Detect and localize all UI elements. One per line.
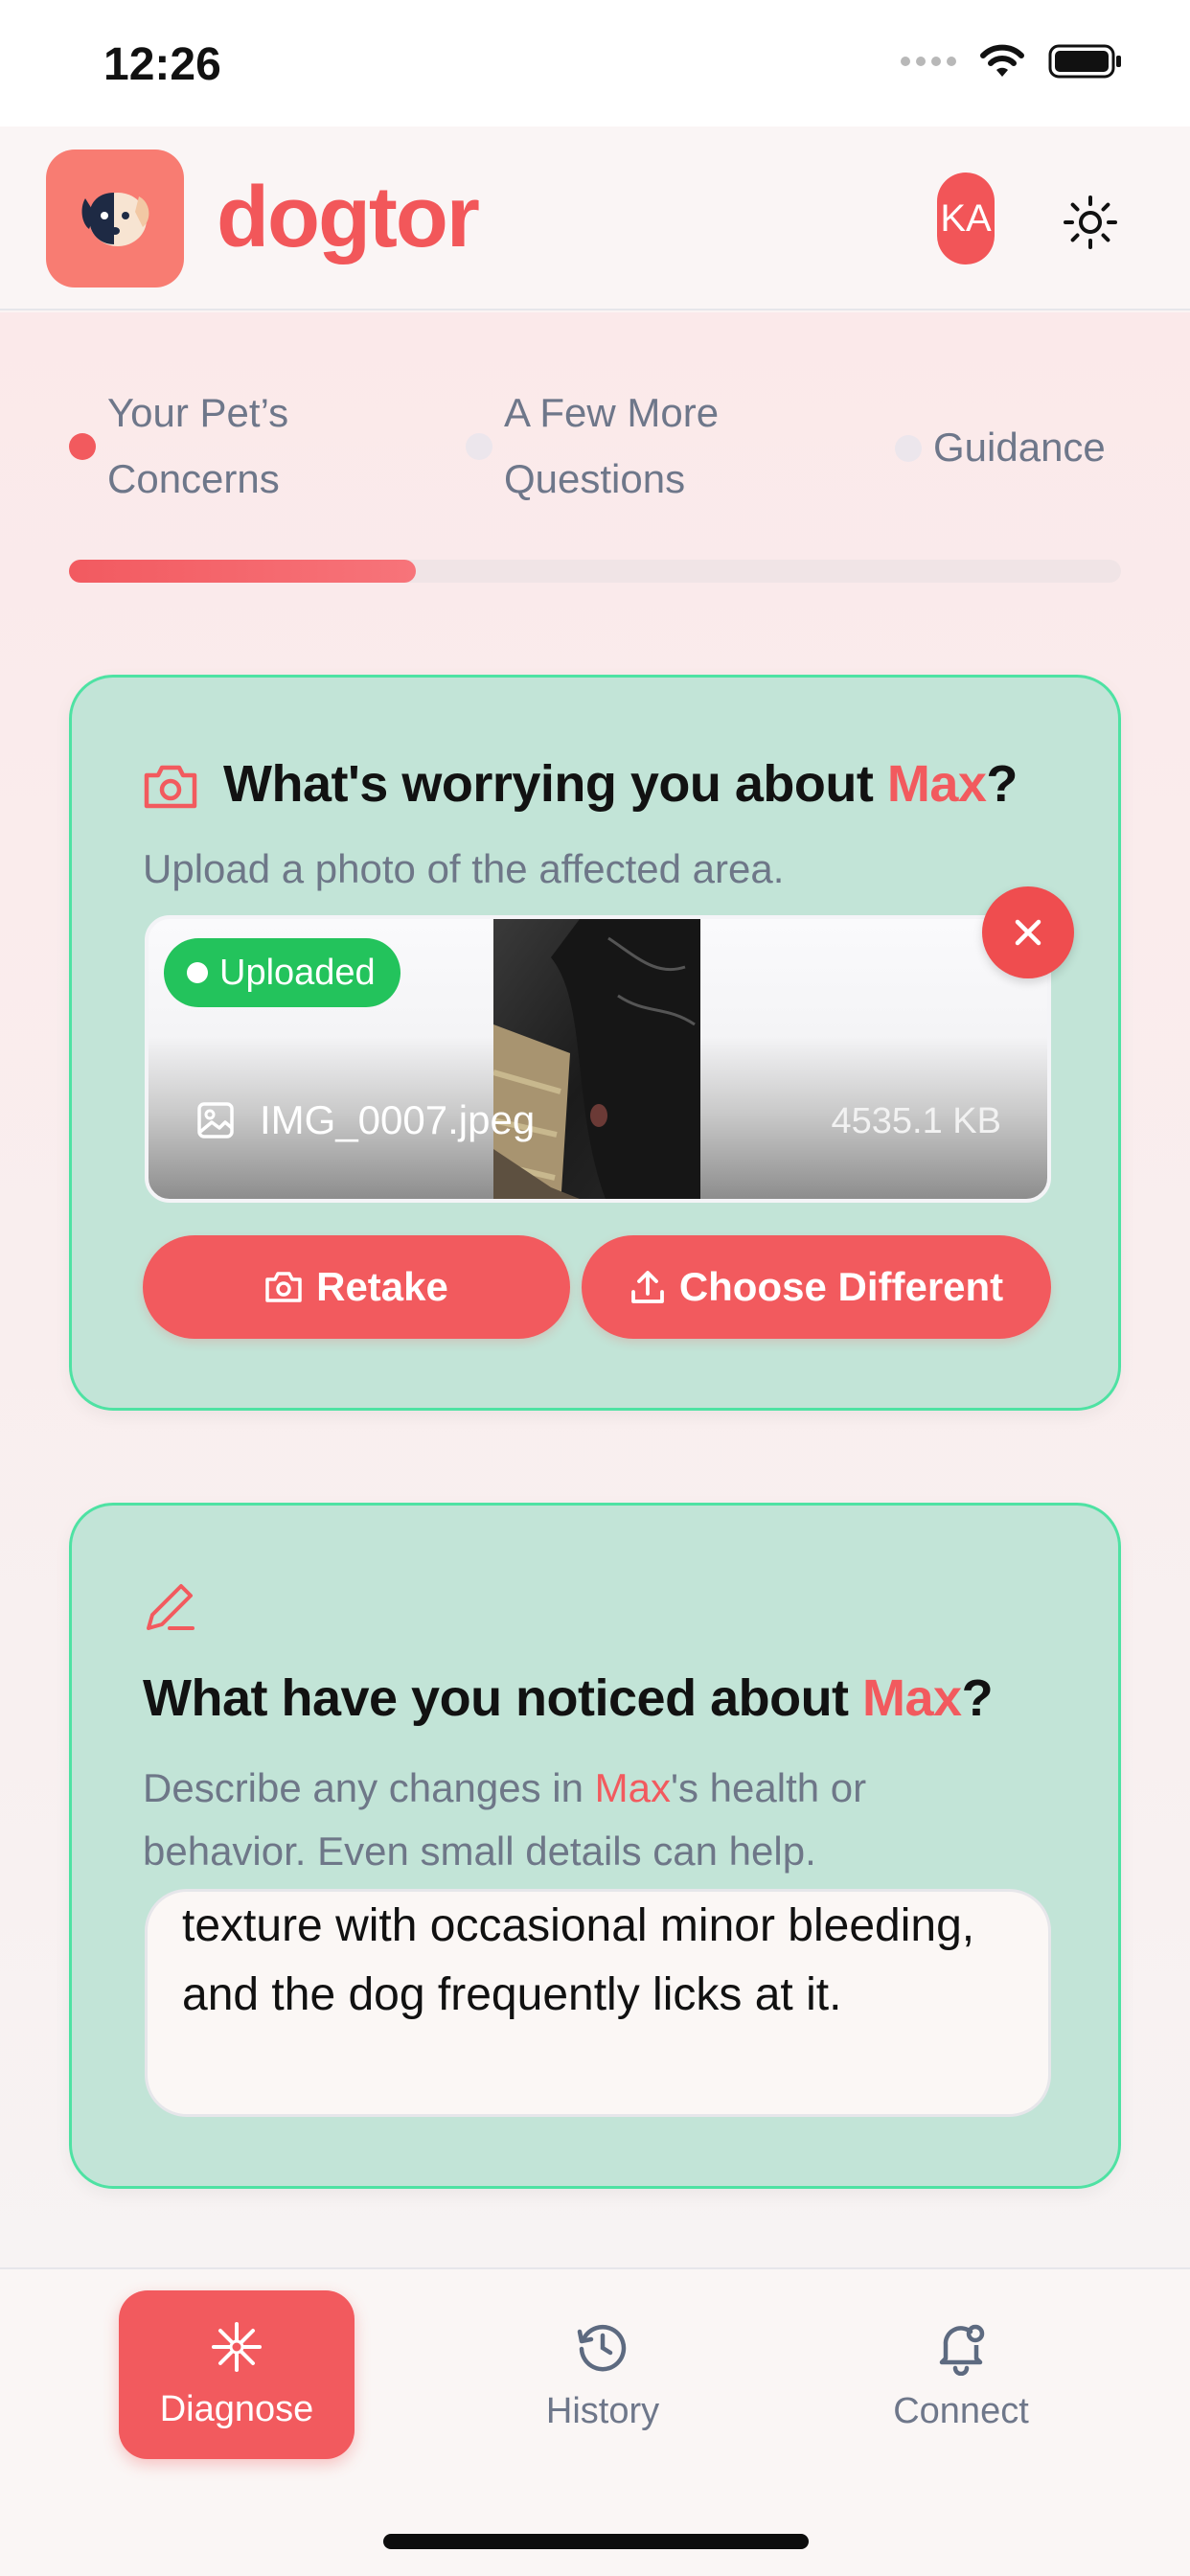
- progress-fill: [69, 560, 417, 583]
- close-icon: [1015, 919, 1041, 946]
- sun-icon[interactable]: [1062, 194, 1119, 251]
- dog-logo-icon: [81, 193, 149, 246]
- progress-bar: [69, 560, 1121, 583]
- step-label: Guidance: [933, 425, 1106, 470]
- battery-icon: [1048, 44, 1121, 79]
- step-label: Your Pet’s Concerns: [107, 390, 289, 501]
- photo-preview[interactable]: Uploaded IMG_0007.jpeg 4535.1 KB: [145, 915, 1051, 1203]
- camera-icon: [265, 1272, 302, 1302]
- logo[interactable]: [46, 150, 184, 288]
- file-info: IMG_0007.jpeg: [196, 1097, 535, 1143]
- status-time: 12:26: [103, 39, 221, 90]
- file-size: 4535.1 KB: [831, 1101, 1001, 1141]
- asterisk-icon: [212, 2321, 262, 2372]
- uploaded-badge: Uploaded: [164, 938, 400, 1007]
- nav-connect[interactable]: Connect: [843, 2290, 1079, 2459]
- remove-photo-button[interactable]: [982, 886, 1074, 978]
- app-header: dogtor KA: [0, 126, 1190, 310]
- nav-diagnose[interactable]: Diagnose: [119, 2290, 355, 2459]
- nav-history[interactable]: History: [485, 2290, 721, 2459]
- observations-textarea[interactable]: texture with occasional minor bleeding, …: [145, 1889, 1051, 2117]
- upload-icon: [630, 1271, 664, 1303]
- step-indicator: [69, 433, 96, 460]
- step-guidance[interactable]: Guidance: [895, 414, 1106, 480]
- card-title: What have you noticed about Max?: [143, 1669, 994, 1727]
- card-subtitle: Describe any changes in Max's health or …: [143, 1765, 867, 1874]
- card-title: What's worrying you about Max?: [223, 755, 1018, 813]
- wifi-icon: [980, 44, 1024, 77]
- step-label: A Few More Questions: [504, 390, 720, 501]
- step-indicator: [466, 433, 492, 460]
- bell-icon: [939, 2324, 985, 2376]
- brand-name: dogtor: [217, 170, 480, 265]
- bottom-nav: Diagnose History Connect: [0, 2267, 1190, 2576]
- notes-card: What have you noticed about Max? Describ…: [69, 1503, 1121, 2189]
- avatar[interactable]: KA: [937, 172, 995, 264]
- photo-upload-card: What's worrying you about Max? Upload a …: [69, 675, 1121, 1411]
- signal-icon: [901, 57, 956, 66]
- camera-icon: [144, 765, 197, 809]
- card-subtitle: Upload a photo of the affected area.: [143, 846, 785, 891]
- step-indicator: [895, 435, 922, 462]
- uploaded-photo: [493, 919, 700, 1199]
- pencil-icon: [147, 1584, 195, 1630]
- status-bar: 12:26: [0, 0, 1190, 126]
- status-icons: [901, 42, 1123, 80]
- step-questions[interactable]: A Few More Questions: [466, 380, 719, 512]
- step-concerns[interactable]: Your Pet’s Concerns: [69, 380, 288, 512]
- check-dot-icon: [187, 962, 208, 983]
- clock-icon: [577, 2324, 627, 2371]
- home-indicator: [383, 2534, 809, 2549]
- image-icon: [197, 1102, 234, 1138]
- file-name: IMG_0007.jpeg: [260, 1097, 536, 1142]
- retake-button[interactable]: Retake: [143, 1235, 570, 1339]
- choose-different-button[interactable]: Choose Different: [582, 1235, 1051, 1339]
